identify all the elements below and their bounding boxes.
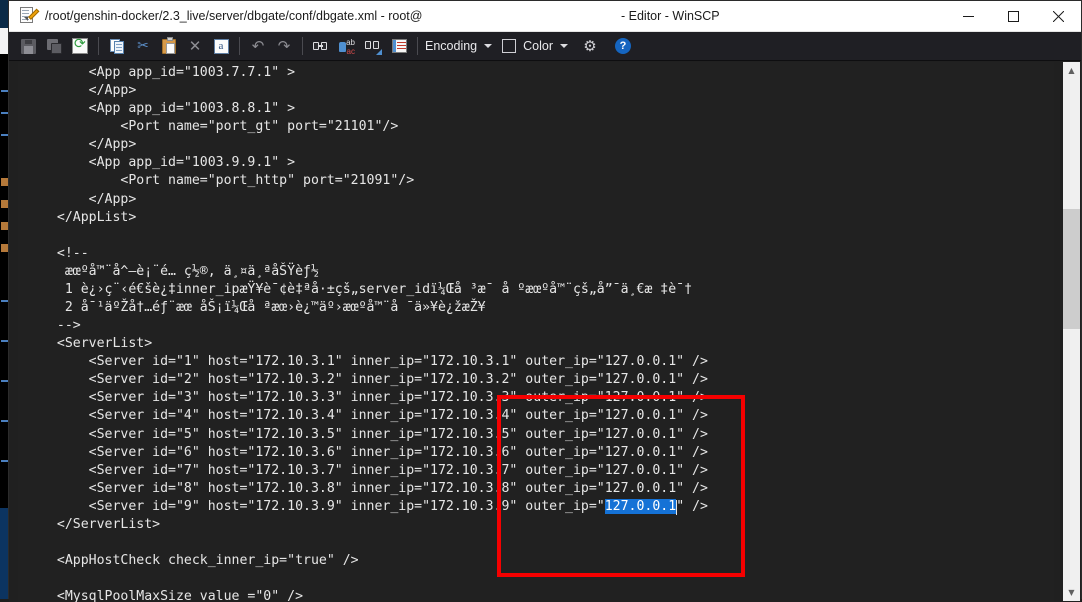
scroll-up-button[interactable]: ▲ (1063, 62, 1080, 79)
paste-button[interactable] (157, 35, 181, 57)
editor-body: <App app_id="1003.7.7.1" > </App> <App a… (9, 61, 1081, 602)
xml-source-text[interactable]: <App app_id="1003.7.7.1" > </App> <App a… (41, 64, 708, 602)
vertical-scrollbar[interactable]: ▲ ▼ (1063, 62, 1080, 601)
scrollbar-thumb[interactable] (1063, 209, 1080, 329)
clipboard-icon (162, 36, 176, 54)
window-title-path: /root/genshin-docker/2.3_live/server/dbg… (45, 9, 423, 23)
close-x-icon: ✕ (188, 36, 202, 55)
list-lines-icon (391, 39, 407, 53)
toolbar-separator (239, 37, 240, 55)
color-chevron-down-icon[interactable] (560, 44, 568, 48)
background-row-marker (1, 134, 8, 136)
window-title-app: - Editor - WinSCP (621, 9, 720, 23)
toolbar-separator (417, 37, 418, 55)
encoding-menu-label[interactable]: Encoding (423, 39, 479, 53)
redo-arrow-icon: ↷ (277, 36, 291, 55)
scroll-down-button[interactable]: ▼ (1063, 584, 1080, 601)
edit-file-icon (19, 7, 40, 25)
background-row-marker (1, 340, 8, 342)
undo-arrow-icon: ↶ (251, 36, 265, 55)
copy-icon (109, 38, 125, 54)
find-next-button[interactable] (361, 35, 385, 57)
help-button[interactable]: ? (611, 35, 635, 57)
select-all-button[interactable]: a (209, 35, 233, 57)
window-controls (946, 1, 1081, 31)
replace-button[interactable]: ab ac (335, 35, 359, 57)
toolbar-separator (98, 37, 99, 55)
save-all-icon (46, 38, 62, 54)
reload-button[interactable] (68, 35, 92, 57)
binoculars-icon (313, 39, 329, 54)
background-row-marker (1, 380, 8, 382)
letter-a-icon: a (213, 38, 229, 54)
scissors-icon: ✂ (137, 37, 149, 54)
maximize-button[interactable] (991, 1, 1036, 31)
background-row-marker (1, 460, 8, 462)
delete-button[interactable]: ✕ (183, 35, 207, 57)
question-mark-icon: ? (615, 38, 631, 54)
gear-icon: ⚙ (583, 37, 597, 55)
selected-text: 127.0.0.1 (604, 498, 677, 514)
save-icon (20, 38, 36, 54)
save-button[interactable] (16, 35, 40, 57)
color-checkbox[interactable] (502, 39, 517, 53)
scrollbar-track[interactable] (1063, 79, 1080, 584)
code-text-area[interactable]: <App app_id="1003.7.7.1" > </App> <App a… (18, 62, 1054, 602)
reload-icon (72, 36, 88, 54)
editor-toolbar: ✂ ✕ a ↶ ↷ abac Encoding Color ⚙ ? (9, 32, 1081, 61)
undo-button[interactable]: ↶ (246, 35, 270, 57)
background-row-marker (1, 300, 8, 302)
encoding-chevron-down-icon[interactable] (484, 44, 493, 48)
close-button[interactable] (1036, 1, 1081, 31)
go-to-line-button[interactable] (387, 35, 411, 57)
title-bar: /root/genshin-docker/2.3_live/server/dbg… (9, 1, 1081, 32)
background-row-marker (1, 90, 8, 92)
find-next-icon (365, 39, 382, 55)
text-caret (676, 499, 678, 515)
color-menu-label[interactable]: Color (521, 39, 555, 53)
preferences-button[interactable]: ⚙ (578, 35, 602, 57)
editor-left-gutter (9, 61, 18, 602)
replace-ab-ac-icon: ab ac (339, 38, 355, 56)
find-button[interactable] (309, 35, 333, 57)
winscp-editor-window: /root/genshin-docker/2.3_live/server/dbg… (8, 0, 1082, 602)
redo-button[interactable]: ↷ (272, 35, 296, 57)
minimize-button[interactable] (946, 1, 991, 31)
cut-button[interactable]: ✂ (131, 35, 155, 57)
background-row-marker (1, 112, 8, 114)
background-row-marker (1, 420, 8, 422)
save-as-button[interactable] (42, 35, 66, 57)
toolbar-separator (302, 37, 303, 55)
copy-button[interactable] (105, 35, 129, 57)
